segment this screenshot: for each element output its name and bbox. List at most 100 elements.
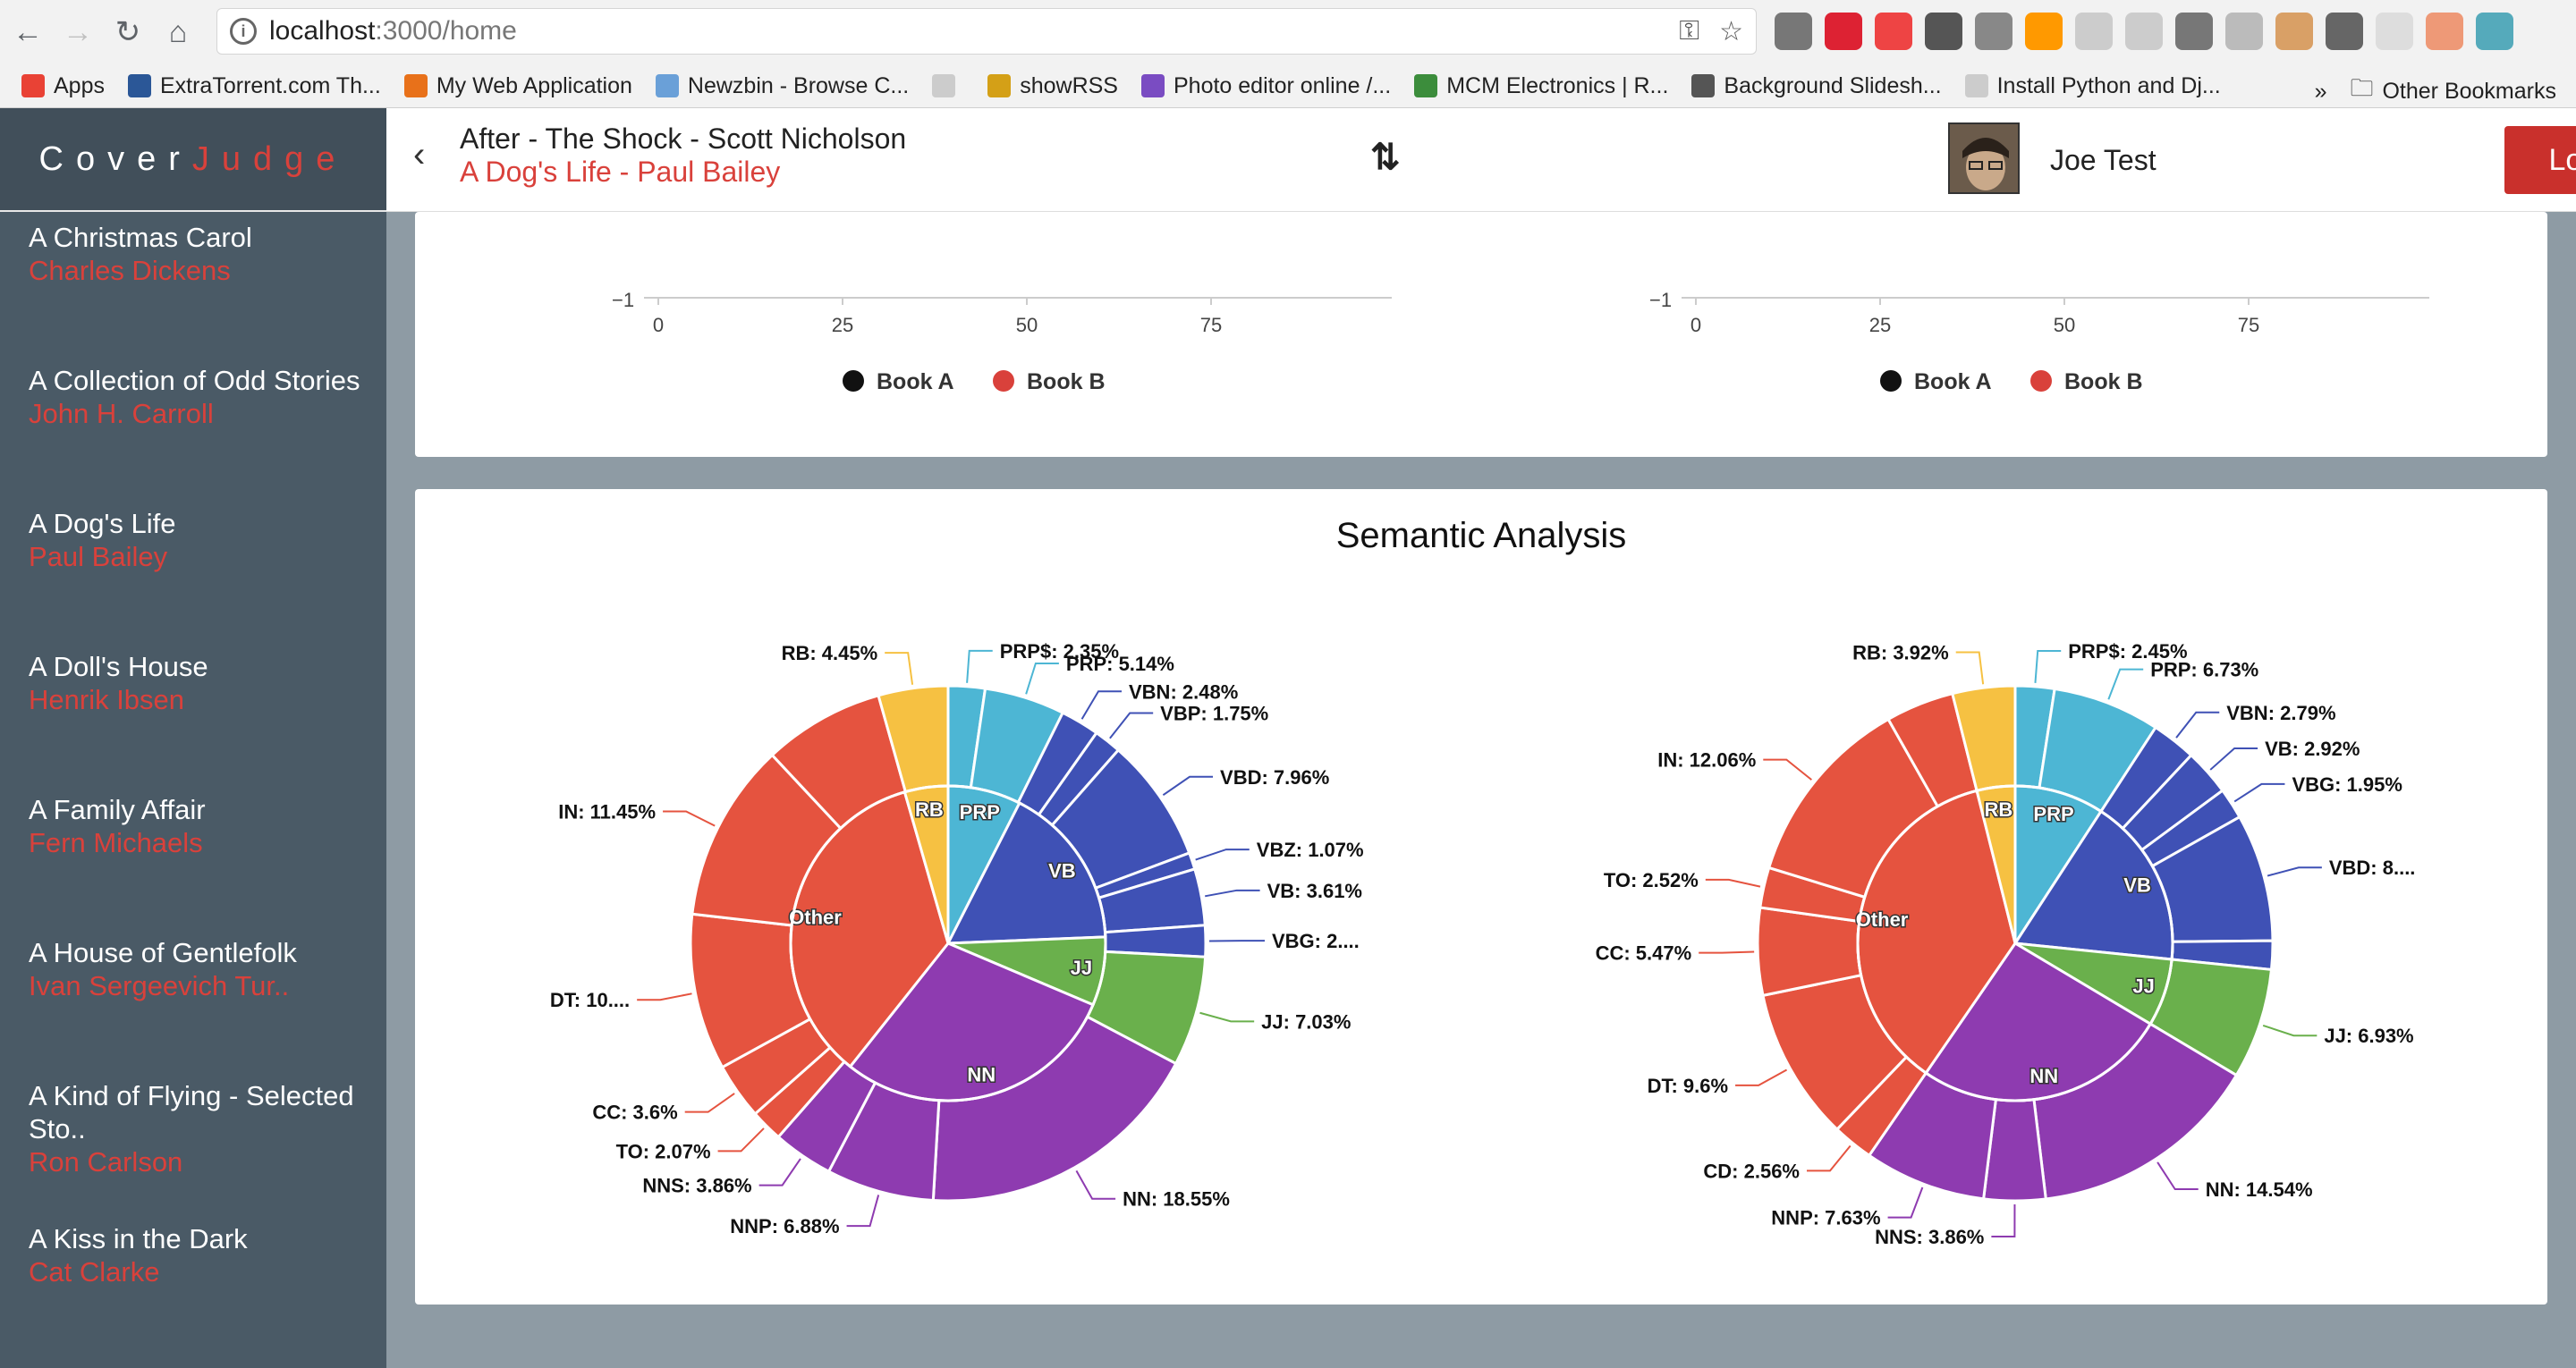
bookmarks-bar: Apps ExtraTorrent.com Th... My Web Applica… (0, 64, 2576, 108)
outer-slice-label: VBN: 2.79% (2226, 702, 2335, 724)
url-host: localhost (269, 16, 376, 46)
inner-slice-label: NN (2029, 1065, 2058, 1087)
bookmark-favicon-icon (655, 74, 679, 97)
extension-icon[interactable] (1775, 13, 1812, 50)
bookmarks-overflow-icon[interactable]: » (2315, 79, 2327, 105)
other-bookmarks[interactable]: » 🗀 Other Bookmarks (2315, 72, 2556, 111)
slice-leader-line (966, 649, 993, 683)
slice-leader-line (1806, 1144, 1852, 1172)
book-list-item[interactable]: A Christmas Carol Charles Dickens (0, 212, 386, 355)
back-arrow-icon[interactable]: ← (5, 10, 50, 55)
outer-slice-label: CC: 3.6% (592, 1102, 677, 1124)
check-extension-icon[interactable] (2175, 13, 2213, 50)
extension-icon[interactable] (1975, 13, 2012, 50)
play-extension-icon[interactable] (2025, 13, 2063, 50)
slice-leader-line (885, 652, 914, 685)
bookmark-item[interactable]: My Web Application (403, 73, 632, 99)
legend-marker (843, 370, 864, 392)
slice-leader-line (2034, 649, 2062, 683)
outer-slice-label: VBZ: 1.07% (1257, 839, 1364, 861)
address-bar[interactable]: i localhost:3000/home ⚿ ☆ (216, 8, 1757, 55)
outer-slice-label: VBP: 1.75% (1160, 703, 1268, 725)
book-list-item[interactable]: A Doll's House Henrik Ibsen (0, 641, 386, 784)
bookmark-label: Photo editor online /... (1173, 72, 1392, 98)
bookmark-item[interactable]: MCM Electronics | R... (1414, 73, 1668, 99)
brand-logo[interactable]: Cover Judge (0, 108, 386, 212)
semantic-analysis-title: Semantic Analysis (1335, 516, 1627, 555)
bookmark-item[interactable]: showRSS (987, 73, 1118, 99)
logout-button[interactable]: Log Out (2504, 126, 2576, 194)
x-tick-label: 25 (1869, 314, 1891, 336)
outer-slice-label: PRP: 5.14% (1066, 653, 1174, 675)
key-icon[interactable]: ⚿ (1679, 16, 1699, 47)
slice-leader-line (1075, 1170, 1116, 1200)
reload-icon[interactable]: ↻ (106, 10, 150, 55)
sync-extension-icon[interactable] (1925, 13, 1962, 50)
y-tick-label: −1 (612, 289, 634, 311)
extension-icon[interactable] (2426, 13, 2463, 50)
face-extension-icon[interactable] (2275, 13, 2313, 50)
slice-leader-line (1763, 758, 1812, 781)
bookmark-label: MCM Electronics | R... (1446, 72, 1669, 98)
brand-part-a: Cover (38, 139, 192, 178)
bookmark-favicon-icon (1140, 74, 1165, 97)
book-list-item[interactable]: A Collection of Odd Stories John H. Carro… (0, 355, 386, 498)
extension-icon[interactable] (2225, 13, 2263, 50)
bookmark-item[interactable] (932, 74, 964, 97)
book-list-item[interactable]: A Kiss in the Dark Cat Clarke (0, 1213, 386, 1356)
book-list-item[interactable]: A Dog's Life Paul Bailey (0, 498, 386, 641)
x-tick-label: 0 (653, 314, 664, 336)
extension-icon[interactable] (2075, 13, 2113, 50)
outer-slice-label: TO: 2.52% (1604, 869, 1699, 891)
other-bookmarks-label: Other Bookmarks (2382, 78, 2556, 104)
bookmark-label: Install Python and Dj... (1996, 72, 2221, 98)
outer-slice-label: VB: 2.92% (2265, 738, 2360, 760)
extension-icons (1775, 13, 2513, 50)
book-title: A Kiss in the Dark (29, 1223, 248, 1254)
star-icon[interactable]: ☆ (1719, 16, 1743, 47)
book-list-item[interactable]: A Kind of Flying - Selected Sto.. Ron Car… (0, 1070, 386, 1213)
bookmark-favicon-icon (1691, 74, 1716, 97)
json-extension-icon[interactable] (2376, 13, 2413, 50)
slice-leader-line (2267, 866, 2322, 877)
book-title: A Family Affair (29, 794, 206, 825)
slice-leader-line (1025, 662, 1059, 695)
book-list-item[interactable]: A House of Gentlefolk Ivan Sergeevich Tur… (0, 927, 386, 1070)
chevron-left-icon[interactable]: ‹ (413, 135, 425, 175)
adblock-icon[interactable] (1825, 13, 1862, 50)
slice-leader-line (1887, 1186, 1924, 1219)
bookmark-item[interactable]: Newzbin - Browse C... (655, 73, 909, 99)
folder-icon: 🗀 (2350, 74, 2374, 101)
legend-label: Book A (1914, 369, 1992, 394)
outer-slice-label: VBG: 1.95% (2292, 773, 2402, 796)
grid-extension-icon[interactable] (1875, 13, 1912, 50)
book-list-item[interactable]: A Family Affair Fern Michaels (0, 784, 386, 927)
swap-icon[interactable]: ⇅ (1370, 137, 1401, 178)
compare-book-a: After - The Shock - Scott Nicholson (460, 122, 907, 155)
x-tick-label: 0 (1690, 314, 1701, 336)
rainbow-extension-icon[interactable] (2476, 13, 2513, 50)
forward-arrow-icon[interactable]: → (55, 10, 100, 55)
slice-leader-line (1205, 889, 1260, 898)
bookmark-item[interactable]: ExtraTorrent.com Th... (127, 73, 381, 99)
line-chart-axis: −1 0 25 50 75 Book A Book B (1649, 289, 2429, 394)
home-icon[interactable]: ⌂ (156, 10, 200, 55)
user-name: Joe Test (2050, 144, 2157, 176)
avatar[interactable] (1948, 122, 2020, 194)
legend-label: Book B (1027, 369, 1106, 394)
bookmark-item[interactable]: Background Slidesh... (1691, 73, 1942, 99)
bookmark-item[interactable]: Photo editor online /... (1140, 72, 1392, 99)
inner-slice-label: RB (1985, 798, 2013, 821)
outer-slice-label: NNS: 3.86% (642, 1175, 751, 1197)
slice-leader-line (1162, 775, 1214, 797)
info-icon[interactable]: i (230, 18, 257, 45)
eyedropper-icon[interactable] (2326, 13, 2363, 50)
bookmark-item[interactable]: Apps (21, 73, 105, 99)
outer-slice-label: JJ: 7.03% (1261, 1010, 1351, 1033)
semantic-analysis-panel: Semantic Analysis PRP$: 2.35% PRP: 5.14% V… (415, 489, 2547, 1305)
bookmark-favicon-icon (987, 74, 1012, 97)
outer-slice-label: IN: 11.45% (558, 800, 656, 823)
bookmark-favicon-icon (1964, 74, 1988, 97)
bookmark-item[interactable]: Install Python and Dj... (1964, 72, 2221, 99)
extension-icon[interactable] (2125, 13, 2163, 50)
